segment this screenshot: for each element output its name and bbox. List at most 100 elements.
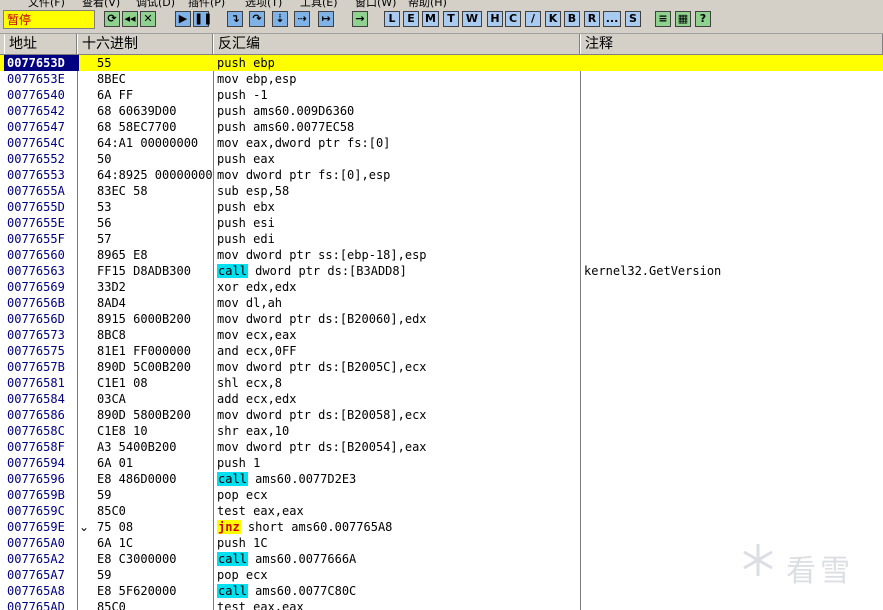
disasm-row[interactable]: 00776581 C1E1 08 shl ecx,8 bbox=[0, 375, 883, 391]
comment-cell bbox=[584, 375, 879, 391]
toolbar: 暂停 ⟳ ◂◂ ✕ ▶ ❚❚ ↴ ↷ ⇣ ⇢ ↦ → L E M T W H C / K B R..… bbox=[0, 8, 883, 34]
hex-cell: 890D 5C00B200 bbox=[97, 360, 191, 374]
disasm-row[interactable]: 00776569 33D2 xor edx,edx bbox=[0, 279, 883, 295]
disasm-row[interactable]: 00776547 68 58EC7700 push ams60.0077EC58 bbox=[0, 119, 883, 135]
window-button[interactable]: B bbox=[564, 11, 580, 27]
window-button[interactable]: W bbox=[462, 11, 482, 27]
disasm-row[interactable]: 0077655D 53 push ebx bbox=[0, 199, 883, 215]
disasm-row[interactable]: 00776573 8BC8 mov ecx,eax bbox=[0, 327, 883, 343]
address-cell: 00776569 bbox=[7, 280, 65, 294]
address-cell: 0077658F bbox=[7, 440, 65, 454]
window-button[interactable]: ... bbox=[603, 11, 621, 27]
header-address[interactable]: 地址 bbox=[4, 34, 77, 54]
list-icon[interactable]: ≡ bbox=[655, 11, 671, 27]
instruction-cell: push esi bbox=[217, 215, 577, 231]
disasm-row[interactable]: 007765AD 85C0 test eax,eax bbox=[0, 599, 883, 610]
disasm-row[interactable]: 0077659C 85C0 test eax,eax bbox=[0, 503, 883, 519]
disasm-row[interactable]: 0077655F 57 push edi bbox=[0, 231, 883, 247]
disasm-row[interactable]: 00776594 6A 01 push 1 bbox=[0, 455, 883, 471]
comment-cell bbox=[584, 135, 879, 151]
header-hex[interactable]: 十六进制 bbox=[77, 34, 213, 54]
menu-item[interactable]: 帮助(H) bbox=[408, 0, 447, 8]
address-cell: 0077655D bbox=[7, 200, 65, 214]
disasm-row[interactable]: 00776560 8965 E8 mov dword ptr ss:[ebp-18]… bbox=[0, 247, 883, 263]
disasm-row[interactable]: 00776575 81E1 FF000000 and ecx,0FF bbox=[0, 343, 883, 359]
instruction-text: push esi bbox=[217, 216, 275, 230]
instruction-cell: mov dword ptr ds:[B20060],edx bbox=[217, 311, 577, 327]
disasm-row[interactable]: 0077656B 8AD4 mov dl,ah bbox=[0, 295, 883, 311]
window-button[interactable]: / bbox=[525, 11, 541, 27]
pause-icon[interactable]: ❚❚ bbox=[193, 11, 212, 27]
menu-item[interactable]: 窗口(W) bbox=[355, 0, 396, 8]
trace-into-icon[interactable]: ⇣ bbox=[272, 11, 288, 27]
window-button[interactable]: M bbox=[422, 11, 439, 27]
run-icon[interactable]: ▶ bbox=[175, 11, 191, 27]
disasm-row[interactable]: 0077655E 56 push esi bbox=[0, 215, 883, 231]
disasm-row[interactable]: 0077654C 64:A1 00000000 mov eax,dword ptr … bbox=[0, 135, 883, 151]
disasm-row[interactable]: 00776586 890D 5800B200 mov dword ptr ds:[B… bbox=[0, 407, 883, 423]
window-button[interactable]: R bbox=[584, 11, 600, 27]
menu-item[interactable]: 查看(V) bbox=[82, 0, 120, 8]
goto-icon[interactable]: → bbox=[352, 11, 368, 27]
disasm-row[interactable]: 00776540 6A FF push -1 bbox=[0, 87, 883, 103]
menu-item[interactable]: 文件(F) bbox=[28, 0, 65, 8]
address-cell: 0077653E bbox=[7, 72, 65, 86]
step-into-icon[interactable]: ↴ bbox=[227, 11, 243, 27]
open-icon[interactable]: ⟳ bbox=[104, 11, 120, 27]
window-button[interactable]: H bbox=[487, 11, 503, 27]
disasm-row[interactable]: 00776552 50 push eax bbox=[0, 151, 883, 167]
comment-cell bbox=[584, 407, 879, 423]
disasm-row[interactable]: 0077658C C1E8 10 shr eax,10 bbox=[0, 423, 883, 439]
disasm-row[interactable]: 0077657B 890D 5C00B200 mov dword ptr ds:[B… bbox=[0, 359, 883, 375]
hex-cell: C1E1 08 bbox=[97, 376, 148, 390]
instruction-text: push ebp bbox=[217, 56, 275, 70]
instruction-cell: shr eax,10 bbox=[217, 423, 577, 439]
menu-item[interactable]: 选项(T) bbox=[245, 0, 282, 8]
window-button[interactable]: S bbox=[625, 11, 641, 27]
window-button[interactable]: E bbox=[403, 11, 419, 27]
disasm-row[interactable]: 00776553 64:8925 00000000 mov dword ptr fs… bbox=[0, 167, 883, 183]
disasm-row[interactable]: 0077653D 55 push ebp bbox=[0, 55, 883, 71]
disasm-row[interactable]: 0077655A 83EC 58 sub esp,58 bbox=[0, 183, 883, 199]
hex-cell: 8965 E8 bbox=[97, 248, 148, 262]
hex-cell: 57 bbox=[97, 232, 112, 246]
instruction-cell: mov dword ptr ss:[ebp-18],esp bbox=[217, 247, 577, 263]
address-cell: 0077659C bbox=[7, 504, 65, 518]
window-button[interactable]: K bbox=[545, 11, 561, 27]
address-cell: 0077659B bbox=[7, 488, 65, 502]
help-icon[interactable]: ? bbox=[695, 11, 711, 27]
header-disasm[interactable]: 反汇编 bbox=[213, 34, 580, 54]
window-button[interactable]: T bbox=[443, 11, 459, 27]
disasm-row[interactable]: 0077653E 8BEC mov ebp,esp bbox=[0, 71, 883, 87]
trace-over-icon[interactable]: ⇢ bbox=[294, 11, 310, 27]
rewind-icon[interactable]: ◂◂ bbox=[122, 11, 138, 27]
window-button[interactable]: L bbox=[384, 11, 400, 27]
instruction-text: and ecx,0FF bbox=[217, 344, 297, 358]
comment-cell: kernel32.GetVersion bbox=[584, 264, 722, 278]
disasm-row[interactable]: 0077658F A3 5400B200 mov dword ptr ds:[B20… bbox=[0, 439, 883, 455]
disasm-row[interactable]: 0077659B 59 pop ecx bbox=[0, 487, 883, 503]
disassembly-pane[interactable]: 0077653D 55 push ebp 0077653E 8BEC mov ebp,es… bbox=[0, 55, 883, 610]
disasm-row[interactable]: 00776563 FF15 D8ADB300 call dword ptr ds:[… bbox=[0, 263, 883, 279]
grid-icon[interactable]: ▦ bbox=[675, 11, 691, 27]
address-cell: 007765A0 bbox=[7, 536, 65, 550]
jump-arrow-icon: ⌄ bbox=[79, 520, 90, 534]
menu-item[interactable]: 调试(D) bbox=[136, 0, 175, 8]
menu-item[interactable]: 插件(P) bbox=[188, 0, 225, 8]
instruction-text: push ams60.0077EC58 bbox=[217, 120, 355, 134]
disasm-row[interactable]: 00776596 E8 486D0000 call ams60.0077D2E3 bbox=[0, 471, 883, 487]
disasm-row[interactable]: 00776542 68 60639D00 push ams60.009D6360 bbox=[0, 103, 883, 119]
execute-till-return-icon[interactable]: ↦ bbox=[318, 11, 334, 27]
disasm-row[interactable]: 0077659E 75 08 jnz short ams60.007765A8 ⌄ bbox=[0, 519, 883, 535]
header-comment[interactable]: 注释 bbox=[580, 34, 883, 54]
close-icon[interactable]: ✕ bbox=[140, 11, 156, 27]
window-button[interactable]: C bbox=[505, 11, 521, 27]
disasm-row[interactable]: 0077656D 8915 6000B200 mov dword ptr ds:[B… bbox=[0, 311, 883, 327]
instruction-text: mov ecx,eax bbox=[217, 328, 297, 342]
hex-cell: 53 bbox=[97, 200, 112, 214]
disasm-row[interactable]: 00776584 03CA add ecx,edx bbox=[0, 391, 883, 407]
step-over-icon[interactable]: ↷ bbox=[249, 11, 265, 27]
menu-item[interactable]: 工具(E) bbox=[300, 0, 338, 8]
instruction-text: test eax,eax bbox=[217, 504, 304, 518]
watermark-text: 看雪 bbox=[786, 554, 854, 589]
